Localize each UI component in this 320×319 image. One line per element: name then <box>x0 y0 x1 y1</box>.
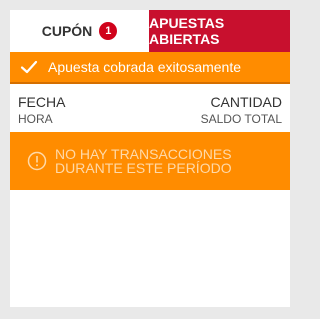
empty-state-line-1: NO HAY TRANSACCIONES <box>55 146 232 162</box>
success-notice: Apuesta cobrada exitosamente <box>10 52 290 84</box>
empty-state-text: NO HAY TRANSACCIONES DURANTE ESTE PERÍOD… <box>55 147 232 175</box>
tab-open-bets-label: APUESTAS ABIERTAS <box>149 15 225 47</box>
amount-header: CANTIDAD <box>210 94 282 110</box>
success-notice-text: Apuesta cobrada exitosamente <box>48 59 242 75</box>
bet-slip-panel: CUPÓN 1 APUESTAS ABIERTAS Apuesta cobrad… <box>10 10 290 307</box>
tab-bar: CUPÓN 1 APUESTAS ABIERTAS <box>10 10 290 52</box>
time-header: HORA <box>18 112 53 126</box>
balance-header: SALDO TOTAL <box>200 112 282 126</box>
transactions-list <box>10 190 290 307</box>
date-header: FECHA <box>18 94 66 110</box>
tab-coupon-label: CUPÓN <box>41 23 93 39</box>
date-column-header: FECHA HORA <box>18 94 65 132</box>
empty-state: NO HAY TRANSACCIONES DURANTE ESTE PERÍOD… <box>10 132 290 190</box>
tab-coupon[interactable]: CUPÓN 1 <box>10 10 149 52</box>
tab-open-bets[interactable]: APUESTAS ABIERTAS <box>149 10 290 52</box>
amount-column-header: CANTIDAD SALDO TOTAL <box>201 94 282 132</box>
info-icon <box>27 151 47 171</box>
coupon-count-badge: 1 <box>99 22 118 40</box>
empty-state-line-2: DURANTE ESTE PERÍODO <box>55 160 232 176</box>
check-icon <box>20 58 38 76</box>
transactions-header: FECHA HORA CANTIDAD SALDO TOTAL <box>10 84 290 132</box>
